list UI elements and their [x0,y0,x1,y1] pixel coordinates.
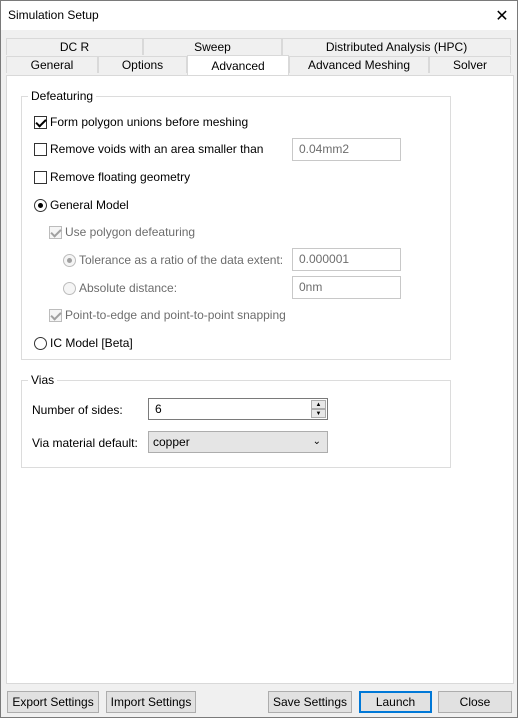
chevron-down-icon: ⌄ [312,436,321,447]
via-material-dropdown[interactable]: copper ⌄ [148,431,328,453]
spin-up-icon[interactable]: ▲ [311,400,326,409]
vias-group-title: Vias [28,373,58,387]
tab-options[interactable]: Options [98,56,187,73]
ic-model-radio[interactable]: IC Model [Beta] [34,336,133,350]
checkbox-box[interactable] [34,142,47,156]
spinner-value: 6 [155,402,162,416]
checkbox-label: Form polygon unions before meshing [50,115,249,129]
radio-label: IC Model [Beta] [50,336,133,350]
absolute-distance-input: 0nm [292,276,401,299]
save-settings-button[interactable]: Save Settings [268,691,352,713]
tab-label: General [30,58,74,72]
tab-solver[interactable]: Solver [429,56,511,73]
checkbox-label: Remove floating geometry [50,170,191,184]
tab-dc-r[interactable]: DC R [6,38,143,55]
radio-label: General Model [50,198,129,212]
tab-label: DC R [59,40,90,54]
spin-down-icon[interactable]: ▼ [311,409,326,418]
number-of-sides-spinner[interactable]: 6 ▲ ▼ [148,398,328,420]
simulation-setup-window: Simulation Setup ✕ DC R Sweep Distribute… [0,0,518,718]
form-polygon-unions-checkbox[interactable]: Form polygon unions before meshing [34,115,248,129]
tab-advanced-meshing[interactable]: Advanced Meshing [289,56,429,73]
radio-button [63,253,76,267]
general-model-radio[interactable]: General Model [34,198,129,212]
remove-voids-checkbox[interactable]: Remove voids with an area smaller than [34,142,263,156]
checkbox-label: Point-to-edge and point-to-point snappin… [65,308,286,322]
radio-button[interactable] [34,336,47,350]
via-material-label: Via material default: [32,436,138,450]
vias-group: Vias [21,373,451,468]
tab-label: Advanced [211,58,265,73]
use-polygon-defeaturing-checkbox: Use polygon defeaturing [49,225,195,239]
checkbox-box [49,308,62,322]
close-icon[interactable]: ✕ [487,1,517,30]
tab-advanced[interactable]: Advanced [187,55,289,75]
tab-label: Distributed Analysis (HPC) [325,40,468,54]
number-of-sides-label: Number of sides: [32,403,123,417]
launch-button[interactable]: Launch [359,691,432,713]
tab-distributed-analysis[interactable]: Distributed Analysis (HPC) [282,38,511,55]
defeaturing-group-title: Defeaturing [28,89,97,103]
tab-label: Solver [452,58,487,72]
tab-label: Options [121,58,164,72]
checkbox-box[interactable] [34,170,47,184]
remove-floating-checkbox[interactable]: Remove floating geometry [34,170,190,184]
spinner-buttons: ▲ ▼ [311,400,326,418]
import-settings-button[interactable]: Import Settings [106,691,196,713]
radio-button [63,281,76,295]
radio-label: Absolute distance: [79,281,178,295]
checkbox-label: Use polygon defeaturing [65,225,196,239]
checkbox-box [49,225,62,239]
tab-label: Sweep [194,40,231,54]
dropdown-value: copper [153,435,190,449]
checkbox-label: Remove voids with an area smaller than [50,142,264,156]
tolerance-ratio-radio: Tolerance as a ratio of the data extent: [63,253,283,267]
tolerance-ratio-input: 0.000001 [292,248,401,271]
void-area-input[interactable]: 0.04mm2 [292,138,401,161]
checkbox-box[interactable] [34,115,47,129]
tab-general[interactable]: General [6,56,98,73]
tab-label: Advanced Meshing [307,58,411,72]
radio-button[interactable] [34,198,47,212]
snapping-checkbox: Point-to-edge and point-to-point snappin… [49,308,286,322]
tab-sweep[interactable]: Sweep [143,38,282,55]
title-bar: Simulation Setup ✕ [1,1,517,30]
advanced-tab-panel: Defeaturing Form polygon unions before m… [6,75,514,684]
radio-label: Tolerance as a ratio of the data extent: [79,253,284,267]
close-button[interactable]: Close [438,691,512,713]
absolute-distance-radio: Absolute distance: [63,281,177,295]
window-title: Simulation Setup [8,8,99,22]
export-settings-button[interactable]: Export Settings [7,691,99,713]
